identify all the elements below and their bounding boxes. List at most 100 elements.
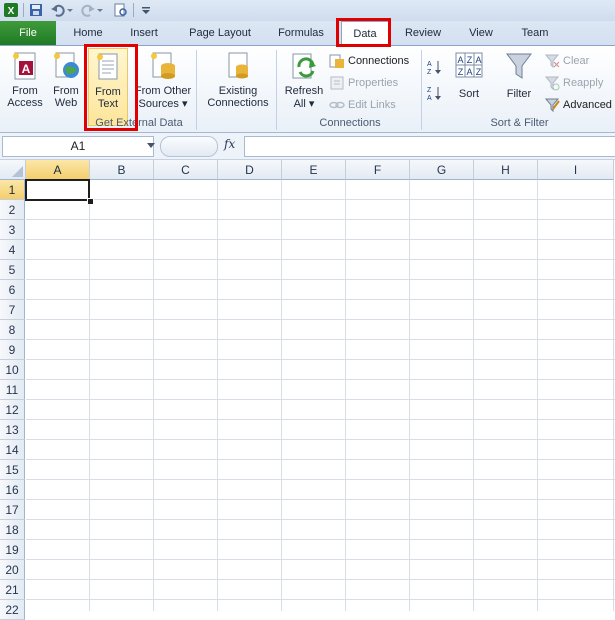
from-other-sources-label-1: From Other bbox=[134, 85, 192, 97]
row-header-17[interactable]: 17 bbox=[0, 500, 25, 520]
row-header-18[interactable]: 18 bbox=[0, 520, 25, 540]
column-header-i[interactable]: I bbox=[538, 160, 614, 180]
clear-label: Clear bbox=[563, 55, 590, 67]
fill-handle[interactable] bbox=[87, 198, 94, 205]
column-header-d[interactable]: D bbox=[218, 160, 282, 180]
name-box-dropdown-icon[interactable] bbox=[146, 138, 156, 152]
customize-toolbar-icon[interactable] bbox=[138, 2, 154, 18]
existing-connections-label-2: Connections bbox=[207, 97, 269, 109]
tab-page-layout[interactable]: Page Layout bbox=[180, 21, 260, 45]
from-web-label-1: From bbox=[53, 85, 79, 97]
row-header-9[interactable]: 9 bbox=[0, 340, 25, 360]
svg-text:Z: Z bbox=[427, 69, 432, 75]
connection-file-icon bbox=[222, 50, 254, 82]
from-other-sources-button[interactable]: From Other Sources ▾ bbox=[134, 50, 192, 110]
row-header-14[interactable]: 14 bbox=[0, 440, 25, 460]
funnel-icon bbox=[503, 50, 535, 82]
row-header-19[interactable]: 19 bbox=[0, 540, 25, 560]
row-header-2[interactable]: 2 bbox=[0, 200, 25, 220]
formula-input[interactable] bbox=[244, 136, 615, 157]
row-header-8[interactable]: 8 bbox=[0, 320, 25, 340]
select-all-button[interactable] bbox=[0, 160, 26, 180]
print-preview-icon[interactable] bbox=[112, 2, 128, 18]
sort-a-to-z-button[interactable]: AZ bbox=[426, 58, 445, 76]
row-header-1[interactable]: 1 bbox=[0, 180, 25, 200]
row-header-15[interactable]: 15 bbox=[0, 460, 25, 480]
sort-z-to-a-button[interactable]: ZA bbox=[426, 84, 445, 102]
name-box[interactable]: A1 bbox=[2, 136, 154, 157]
tab-formulas[interactable]: Formulas bbox=[270, 21, 332, 45]
tab-data[interactable]: Data bbox=[341, 21, 389, 46]
svg-text:Z: Z bbox=[476, 67, 482, 77]
advanced-filter-icon bbox=[544, 97, 560, 113]
edit-links-button[interactable]: Edit Links bbox=[329, 96, 396, 114]
svg-text:Z: Z bbox=[427, 87, 432, 94]
row-header-21[interactable]: 21 bbox=[0, 580, 25, 600]
sort-button[interactable]: AZAZAZ Sort bbox=[451, 50, 487, 100]
redo-dropdown-icon[interactable] bbox=[96, 2, 104, 18]
column-header-g[interactable]: G bbox=[410, 160, 474, 180]
from-text-label-1: From bbox=[95, 86, 121, 98]
column-header-f[interactable]: F bbox=[346, 160, 410, 180]
tab-review[interactable]: Review bbox=[398, 21, 448, 45]
properties-button[interactable]: Properties bbox=[329, 74, 398, 92]
sort-label: Sort bbox=[458, 88, 480, 100]
column-header-c[interactable]: C bbox=[154, 160, 218, 180]
row-header-10[interactable]: 10 bbox=[0, 360, 25, 380]
insert-function-icon[interactable]: fx bbox=[224, 137, 235, 151]
column-header-e[interactable]: E bbox=[282, 160, 346, 180]
filter-button[interactable]: Filter bbox=[498, 50, 540, 100]
from-web-button[interactable]: From Web bbox=[48, 50, 84, 109]
row-header-3[interactable]: 3 bbox=[0, 220, 25, 240]
redo-icon[interactable] bbox=[80, 2, 96, 18]
reapply-button[interactable]: Reapply bbox=[544, 74, 603, 92]
svg-text:A: A bbox=[475, 55, 481, 65]
undo-dropdown-icon[interactable] bbox=[66, 2, 74, 18]
undo-icon[interactable] bbox=[50, 2, 66, 18]
globe-page-icon bbox=[50, 50, 82, 82]
quick-access-toolbar: X bbox=[0, 0, 615, 22]
tab-team[interactable]: Team bbox=[512, 21, 558, 45]
connections-button[interactable]: Connections bbox=[329, 52, 409, 70]
row-header-11[interactable]: 11 bbox=[0, 380, 25, 400]
advanced-filter-button[interactable]: Advanced bbox=[544, 96, 612, 114]
worksheet-grid[interactable]: ABCDEFGHI 1 2 3 4 5 6 7 8 9 10 11 12 13 14 15 16 17 18 19 2… bbox=[0, 160, 615, 620]
formula-bar-resize-handle[interactable] bbox=[160, 136, 218, 157]
tab-file[interactable]: File bbox=[0, 21, 56, 45]
svg-text:Z: Z bbox=[458, 67, 464, 77]
from-text-button[interactable]: From Text bbox=[88, 48, 128, 126]
column-header-h[interactable]: H bbox=[474, 160, 538, 180]
group-label-connections: Connections bbox=[319, 117, 381, 129]
row-header-5[interactable]: 5 bbox=[0, 260, 25, 280]
row-header-4[interactable]: 4 bbox=[0, 240, 25, 260]
row-header-12[interactable]: 12 bbox=[0, 400, 25, 420]
svg-text:A: A bbox=[22, 62, 31, 76]
clear-filter-button[interactable]: Clear bbox=[544, 52, 589, 70]
tab-insert[interactable]: Insert bbox=[118, 21, 170, 45]
tab-view[interactable]: View bbox=[460, 21, 502, 45]
from-access-label-2: Access bbox=[7, 97, 43, 109]
existing-connections-label-1: Existing bbox=[218, 85, 258, 97]
save-icon[interactable] bbox=[28, 2, 44, 18]
row-header-20[interactable]: 20 bbox=[0, 560, 25, 580]
column-header-b[interactable]: B bbox=[90, 160, 154, 180]
from-access-button[interactable]: A From Access bbox=[4, 50, 46, 109]
reapply-label: Reapply bbox=[563, 77, 604, 89]
sort-ascending-icon: AZ bbox=[426, 59, 442, 76]
refresh-all-label-2: All ▾ bbox=[293, 98, 315, 110]
row-header-6[interactable]: 6 bbox=[0, 280, 25, 300]
properties-icon bbox=[329, 75, 345, 91]
row-header-16[interactable]: 16 bbox=[0, 480, 25, 500]
access-database-icon: A bbox=[9, 50, 41, 82]
row-header-7[interactable]: 7 bbox=[0, 300, 25, 320]
svg-text:A: A bbox=[466, 67, 472, 77]
refresh-icon bbox=[288, 50, 320, 82]
excel-logo-icon[interactable]: X bbox=[3, 2, 19, 18]
row-header-13[interactable]: 13 bbox=[0, 420, 25, 440]
tab-home[interactable]: Home bbox=[62, 21, 114, 45]
refresh-all-button[interactable]: Refresh All ▾ bbox=[282, 50, 326, 110]
column-header-a[interactable]: A bbox=[26, 160, 90, 180]
active-cell-a1[interactable] bbox=[25, 179, 90, 201]
existing-connections-button[interactable]: Existing Connections bbox=[202, 50, 274, 109]
row-header-22[interactable]: 22 bbox=[0, 600, 25, 620]
